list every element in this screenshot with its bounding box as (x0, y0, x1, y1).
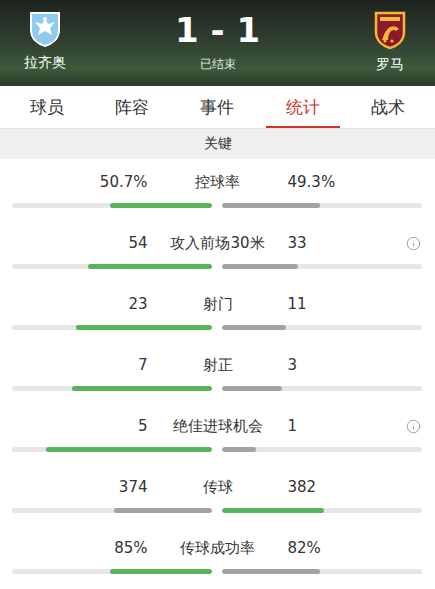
away-value: 382 (288, 478, 317, 496)
tab[interactable]: 事件 (181, 86, 254, 128)
home-value: 7 (0, 356, 148, 374)
away-bar (222, 264, 422, 269)
match-header: 拉齐奥 1 - 1 已结束 罗马 (0, 0, 435, 86)
away-bar (222, 386, 422, 391)
home-bar (12, 325, 212, 330)
away-team[interactable]: 罗马 (345, 10, 435, 74)
away-bar-fill (222, 203, 320, 208)
roma-logo-icon (373, 10, 407, 50)
info-icon[interactable] (406, 419, 421, 434)
away-bar-fill (222, 447, 256, 452)
stat-row: 50.7%控球率49.3% (0, 159, 435, 220)
home-value: 85% (0, 539, 148, 557)
home-bar-fill (46, 447, 212, 452)
home-bar-fill (110, 569, 212, 574)
home-bar-fill (76, 325, 212, 330)
home-bar-fill (110, 203, 212, 208)
away-value: 11 (288, 295, 307, 313)
home-team-name: 拉齐奥 (24, 54, 66, 72)
info-icon[interactable] (406, 236, 421, 251)
home-bar-fill (72, 386, 212, 391)
stat-label: 射门 (148, 295, 288, 314)
away-bar (222, 447, 422, 452)
home-value: 23 (0, 295, 148, 313)
away-value: 49.3% (288, 173, 336, 191)
home-bar-fill (114, 508, 212, 513)
tab[interactable]: 球员 (10, 86, 83, 128)
away-bar (222, 203, 422, 208)
home-bar (12, 386, 212, 391)
score-box: 1 - 1 已结束 (90, 10, 345, 73)
away-value: 1 (288, 417, 298, 435)
info-button[interactable] (406, 236, 421, 251)
stat-label: 攻入前场30米 (148, 234, 288, 253)
tab[interactable]: 阵容 (95, 86, 168, 128)
home-bar (12, 447, 212, 452)
away-bar (222, 508, 422, 513)
away-bar (222, 569, 422, 574)
home-bar (12, 203, 212, 208)
away-bar-fill (222, 569, 320, 574)
stat-row: 54攻入前场30米33 (0, 220, 435, 281)
home-bar (12, 569, 212, 574)
stat-label: 传球 (148, 478, 288, 497)
score: 1 - 1 (175, 10, 260, 50)
away-value: 3 (288, 356, 298, 374)
tab-bar: 球员阵容事件统计战术 (0, 86, 435, 129)
home-bar (12, 264, 212, 269)
away-value: 82% (288, 539, 321, 557)
home-bar-fill (88, 264, 212, 269)
stat-label: 射正 (148, 356, 288, 375)
away-bar (222, 325, 422, 330)
stat-row: 85%传球成功率82% (0, 525, 435, 586)
section-header: 关键 (0, 129, 435, 159)
stat-label: 传球成功率 (148, 539, 288, 558)
tab[interactable]: 统计 (266, 86, 339, 128)
stat-label: 绝佳进球机会 (148, 417, 288, 436)
away-bar-fill (222, 325, 286, 330)
stat-row: 7射正3 (0, 342, 435, 403)
home-team[interactable]: 拉齐奥 (0, 10, 90, 72)
home-bar (12, 508, 212, 513)
home-value: 5 (0, 417, 148, 435)
home-value: 374 (0, 478, 148, 496)
stat-row: 5绝佳进球机会1 (0, 403, 435, 464)
stat-row: 23射门11 (0, 281, 435, 342)
tab[interactable]: 战术 (352, 86, 425, 128)
away-bar-fill (222, 264, 298, 269)
away-team-name: 罗马 (376, 56, 404, 74)
away-bar-fill (222, 386, 282, 391)
home-value: 54 (0, 234, 148, 252)
match-status: 已结束 (200, 56, 236, 73)
match-stats-page: 拉齐奥1 - 1已结束罗马球员阵容事件统计战术关键50.7%控球率49.3%54… (0, 0, 435, 589)
info-button[interactable] (406, 419, 421, 434)
lazio-logo-icon (28, 10, 62, 48)
away-bar-fill (222, 508, 324, 513)
stat-label: 控球率 (148, 173, 288, 192)
away-value: 33 (288, 234, 307, 252)
stat-row: 374传球382 (0, 464, 435, 525)
home-value: 50.7% (0, 173, 148, 191)
